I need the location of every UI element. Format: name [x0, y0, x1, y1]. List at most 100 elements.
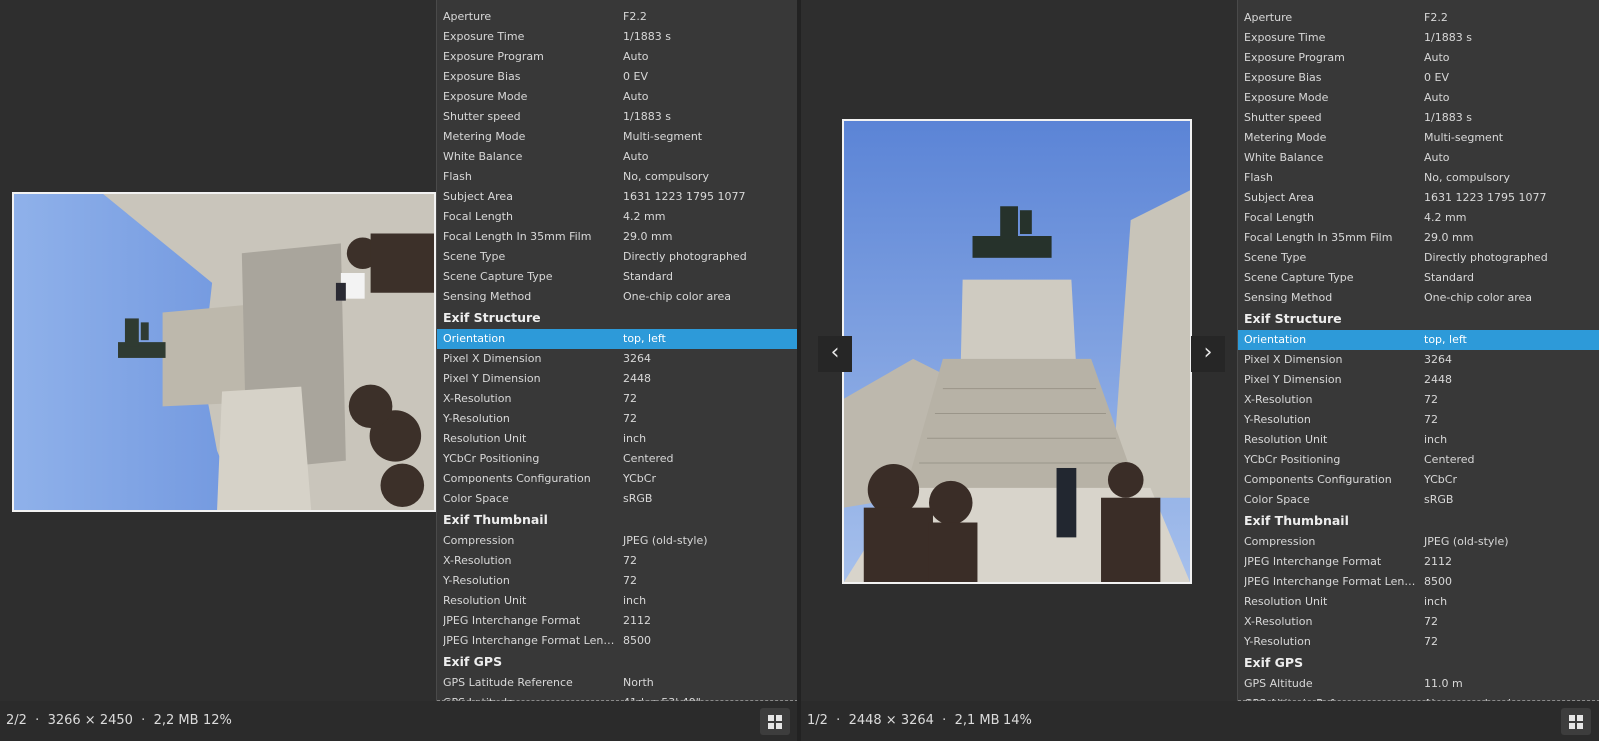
exif-row[interactable]: Resolution Unit inch [1238, 592, 1599, 612]
exif-row[interactable]: Sensing Method One-chip color area [437, 287, 797, 307]
exif-row[interactable]: Components Configuration YCbCr [1238, 470, 1599, 490]
image-info: 1/2 · 2448 × 3264 · 2,1 MB [807, 713, 1000, 728]
exif-key: JPEG Interchange Format [443, 614, 581, 627]
exif-row[interactable]: Scene Type Directly photographed [1238, 248, 1599, 268]
exif-row[interactable]: Flash No, compulsory [1238, 168, 1599, 188]
exif-row[interactable]: Exposure Bias 0 EV [1238, 68, 1599, 88]
exif-value: 72 [623, 412, 637, 425]
section-title: Exif Thumbnail [1244, 513, 1349, 528]
exif-row[interactable]: X-Resolution 72 [1238, 390, 1599, 410]
exif-value: Directly photographed [623, 250, 747, 263]
exif-key: Y-Resolution [1244, 413, 1311, 426]
exif-value: 3264 [623, 352, 651, 365]
exif-row[interactable]: Focal Length In 35mm Film 29.0 mm [1238, 228, 1599, 248]
exif-key: X-Resolution [1244, 393, 1313, 406]
grid-view-button[interactable] [1561, 708, 1591, 735]
exif-value: 29.0 mm [1424, 231, 1474, 244]
exif-row[interactable]: Compression JPEG (old-style) [1238, 532, 1599, 552]
exif-row[interactable]: YCbCr Positioning Centered [437, 449, 797, 469]
exif-value: Auto [1424, 51, 1450, 64]
exif-row[interactable]: Subject Area 1631 1223 1795 1077 [437, 187, 797, 207]
exif-row[interactable]: Exposure Time 1/1883 s [1238, 28, 1599, 48]
exif-row[interactable]: Resolution Unit inch [1238, 430, 1599, 450]
exif-key: Focal Length [1244, 211, 1314, 224]
exif-value: Standard [623, 270, 674, 283]
exif-panel-right[interactable]: Aperture F2.2 Exposure Time 1/1883 s Exposur… [1237, 0, 1599, 701]
exif-row[interactable]: X-Resolution 72 [437, 389, 797, 409]
exif-row[interactable]: Y-Resolution 72 [437, 571, 797, 591]
exif-row[interactable]: Pixel Y Dimension 2448 [437, 369, 797, 389]
exif-row[interactable]: Exposure Program Auto [437, 47, 797, 67]
exif-row[interactable]: Exposure Time 1/1883 s [437, 27, 797, 47]
exif-value: 3264 [1424, 353, 1452, 366]
exif-row[interactable]: Scene Capture Type Standard [437, 267, 797, 287]
exif-row[interactable]: Exposure Program Auto [1238, 48, 1599, 68]
rotated-photo[interactable] [12, 192, 436, 512]
exif-row[interactable]: Resolution Unit inch [437, 429, 797, 449]
exif-row[interactable]: Metering Mode Multi-segment [1238, 128, 1599, 148]
exif-row[interactable]: Pixel X Dimension 3264 [1238, 350, 1599, 370]
exif-row[interactable]: Scene Type Directly photographed [437, 247, 797, 267]
next-image-button[interactable]: › [1191, 336, 1225, 372]
exif-row[interactable]: Y-Resolution 72 [437, 409, 797, 429]
exif-section-header: Exif Thumbnail [1238, 510, 1599, 532]
exif-row-selected[interactable]: Orientation top, left [437, 329, 797, 349]
exif-row[interactable]: Exposure Mode Auto [1238, 88, 1599, 108]
grid-view-button[interactable] [760, 708, 790, 735]
exif-row[interactable]: Exposure Bias 0 EV [437, 67, 797, 87]
exif-row[interactable]: X-Resolution 72 [437, 551, 797, 571]
exif-value: 2448 [1424, 373, 1452, 386]
exif-key: YCbCr Positioning [1244, 453, 1341, 466]
exif-row[interactable]: Exposure Mode Auto [437, 87, 797, 107]
exif-row[interactable]: Subject Area 1631 1223 1795 1077 [1238, 188, 1599, 208]
exif-row[interactable]: X-Resolution 72 [1238, 612, 1599, 632]
exif-key: Exposure Time [1244, 31, 1326, 44]
exif-value: Multi-segment [623, 130, 703, 143]
zoom-level[interactable]: 12% [203, 701, 232, 741]
upright-photo[interactable] [842, 119, 1192, 584]
previous-image-button[interactable]: ‹ [818, 336, 852, 372]
exif-row[interactable]: Focal Length 4.2 mm [437, 207, 797, 227]
exif-row[interactable]: Metering Mode Multi-segment [437, 127, 797, 147]
exif-row[interactable]: Focal Length 4.2 mm [1238, 208, 1599, 228]
exif-panel-left[interactable]: Aperture F2.2 Exposure Time 1/1883 s Exposur… [436, 0, 797, 701]
exif-row[interactable]: JPEG Interchange Format 2112 [437, 611, 797, 631]
exif-row-selected[interactable]: Orientation top, left [1238, 330, 1599, 350]
zoom-level[interactable]: 14% [1003, 701, 1032, 741]
exif-value: JPEG (old-style) [1424, 535, 1509, 548]
exif-row[interactable]: GPS Altitude 11.0 m [1238, 674, 1599, 694]
exif-row[interactable]: JPEG Interchange Format 2112 [1238, 552, 1599, 572]
exif-row[interactable]: Resolution Unit inch [437, 591, 797, 611]
exif-value: 72 [623, 554, 637, 567]
exif-row[interactable]: Compression JPEG (old-style) [437, 531, 797, 551]
exif-row[interactable]: Scene Capture Type Standard [1238, 268, 1599, 288]
exif-value: Standard [1424, 271, 1475, 284]
exif-row[interactable]: Shutter speed 1/1883 s [437, 107, 797, 127]
exif-row[interactable]: Focal Length In 35mm Film 29.0 mm [437, 227, 797, 247]
exif-row[interactable]: Flash No, compulsory [437, 167, 797, 187]
exif-row[interactable]: Y-Resolution 72 [1238, 410, 1599, 430]
exif-row[interactable]: JPEG Interchange Format Length 8500 [437, 631, 797, 651]
exif-row[interactable]: Y-Resolution 72 [1238, 632, 1599, 652]
exif-row[interactable]: Components Configuration YCbCr [437, 469, 797, 489]
exif-row[interactable]: White Balance Auto [1238, 148, 1599, 168]
exif-row[interactable]: Shutter speed 1/1883 s [1238, 108, 1599, 128]
exif-row[interactable]: GPS Latitude Reference North [437, 673, 797, 693]
exif-row[interactable]: Aperture F2.2 [437, 7, 797, 27]
exif-row[interactable]: JPEG Interchange Format Length 8500 [1238, 572, 1599, 592]
exif-row[interactable]: White Balance Auto [437, 147, 797, 167]
exif-key: Subject Area [1244, 191, 1314, 204]
exif-value: 2448 [623, 372, 651, 385]
exif-key: Compression [1244, 535, 1316, 548]
exif-key: X-Resolution [443, 392, 512, 405]
exif-row[interactable]: Aperture F2.2 [1238, 8, 1599, 28]
exif-row[interactable]: Color Space sRGB [437, 489, 797, 509]
exif-value: 11.0 m [1424, 677, 1463, 690]
exif-row[interactable]: Color Space sRGB [1238, 490, 1599, 510]
exif-row[interactable]: Pixel Y Dimension 2448 [1238, 370, 1599, 390]
exif-value: 1631 1223 1795 1077 [623, 190, 746, 203]
exif-row[interactable]: Pixel X Dimension 3264 [437, 349, 797, 369]
exif-section-header: Exif GPS [1238, 652, 1599, 674]
exif-row[interactable]: YCbCr Positioning Centered [1238, 450, 1599, 470]
exif-row[interactable]: Sensing Method One-chip color area [1238, 288, 1599, 308]
